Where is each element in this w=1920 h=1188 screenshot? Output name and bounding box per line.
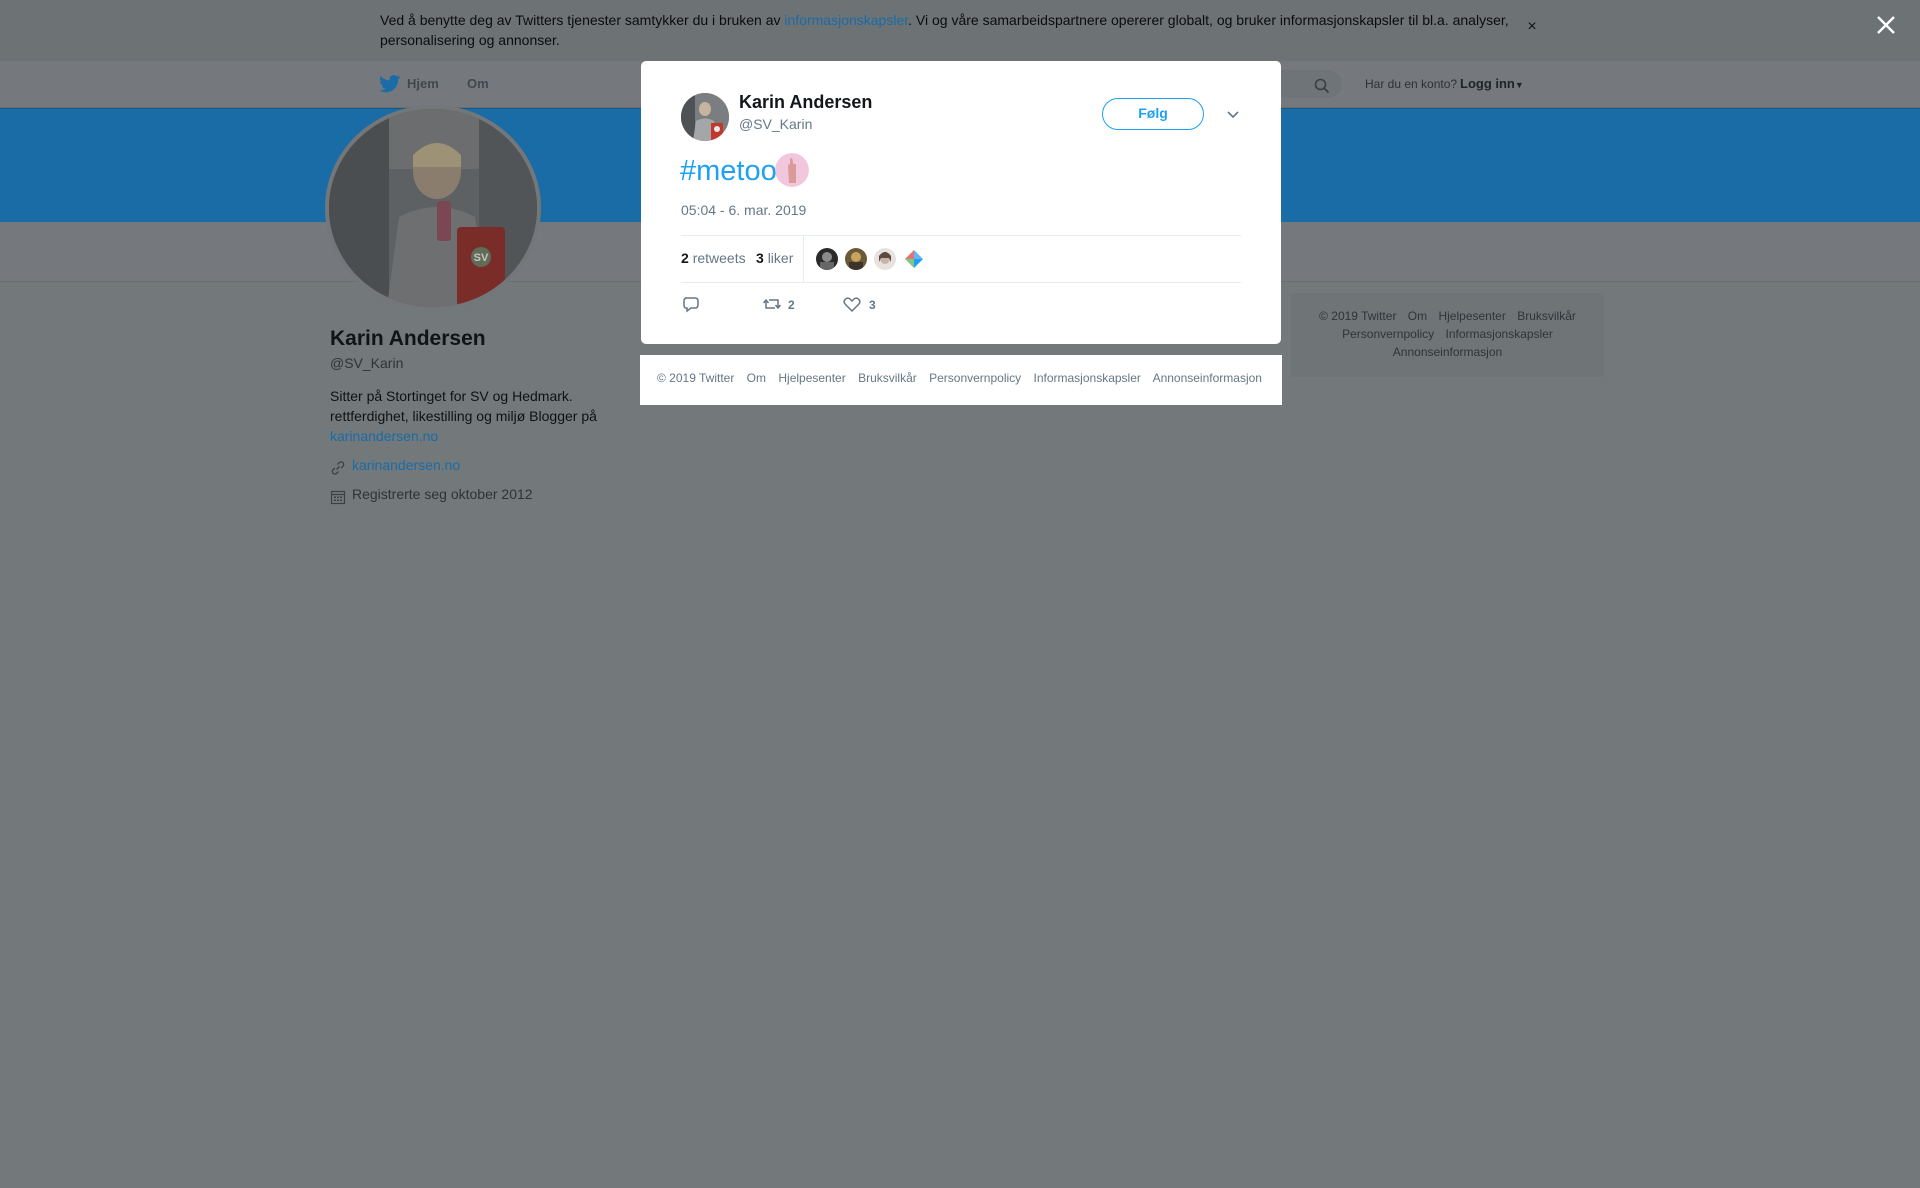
profile-handle[interactable]: @SV_Karin [330,355,403,371]
modal-footer-ads-info[interactable]: Annonseinformasjon [1153,371,1262,385]
liker-avatar[interactable] [816,248,838,270]
twitter-bird-icon[interactable] [379,75,401,93]
retweet-count-number: 2 [681,250,689,266]
caret-down-icon: ▼ [1514,80,1524,90]
follow-button[interactable]: Følg [1102,98,1204,130]
side-footer-terms[interactable]: Bruksvilkår [1517,309,1576,323]
cookie-text-start: Ved å benytte deg av Twitters tjenester … [380,12,785,28]
retweet-count-label: retweets [692,250,746,266]
search-icon[interactable] [1314,78,1330,94]
tweet-author-name[interactable]: Karin Andersen [739,92,872,113]
link-icon [331,461,345,475]
profile-avatar[interactable]: SV [325,105,541,311]
side-footer: © 2019 Twitter Om Hjelpesenter Bruksvilk… [1291,293,1604,377]
liker-avatar[interactable] [903,248,925,270]
cookie-link[interactable]: informasjonskapsler [784,12,908,28]
close-icon[interactable] [1874,13,1898,37]
retweet-icon[interactable] [762,295,782,313]
raised-hand-emoji-icon [775,153,809,187]
like-count[interactable]: 3 liker [756,250,793,266]
modal-footer-help[interactable]: Hjelpesenter [778,371,845,385]
tweet-hashtag[interactable]: #metoo [680,155,777,188]
modal-footer-copyright: © 2019 Twitter [657,371,735,385]
liker-avatar[interactable] [874,248,896,270]
profile-photo: SV [329,109,537,307]
like-action-count[interactable]: 3 [869,298,876,312]
nav-about-link[interactable]: Om [467,76,489,91]
bio-text: Sitter på Stortinget for SV og Hedmark. … [330,388,597,424]
modal-footer-terms[interactable]: Bruksvilkår [858,371,917,385]
party-badge-text: SV [474,252,489,264]
cookie-text: Ved å benytte deg av Twitters tjenester … [380,10,1520,50]
like-count-label: liker [767,250,794,266]
tweet-author-photo [681,93,729,141]
modal-footer-cookies[interactable]: Informasjonskapsler [1034,371,1141,385]
side-footer-ads-info[interactable]: Annonseinformasjon [1393,345,1502,359]
tweet-author-avatar[interactable] [681,93,729,141]
tweet-timestamp[interactable]: 05:04 - 6. mar. 2019 [681,202,806,218]
tweet-stats: 2 retweets 3 liker [681,235,1241,283]
reply-icon[interactable] [681,295,701,313]
cookie-close-button[interactable]: × [1524,19,1540,35]
profile-name: Karin Andersen [330,327,486,350]
modal-footer-about[interactable]: Om [747,371,766,385]
profile-bio: Sitter på Stortinget for SV og Hedmark. … [330,386,630,446]
login-dropdown[interactable]: Logg inn▼ [1460,76,1524,91]
side-footer-about[interactable]: Om [1408,309,1427,323]
liker-avatar[interactable] [845,248,867,270]
like-count-number: 3 [756,250,764,266]
profile-website-link[interactable]: karinandersen.no [352,457,460,473]
side-footer-cookies[interactable]: Informasjonskapsler [1446,327,1553,341]
nav-home-link[interactable]: Hjem [407,76,439,91]
side-footer-copyright: © 2019 Twitter [1319,309,1397,323]
account-question: Har du en konto? [1365,77,1458,91]
retweet-count[interactable]: 2 retweets [681,250,746,266]
modal-footer: © 2019 Twitter Om Hjelpesenter Bruksvilk… [640,355,1282,405]
tweet-modal: Karin Andersen @SV_Karin Følg #metoo 05:… [641,61,1281,344]
calendar-icon [330,490,346,505]
tweet-author-handle[interactable]: @SV_Karin [739,116,812,132]
cookie-banner: Ved å benytte deg av Twitters tjenester … [0,0,1920,61]
modal-footer-privacy[interactable]: Personvernpolicy [929,371,1021,385]
side-footer-help[interactable]: Hjelpesenter [1438,309,1505,323]
retweet-action-count[interactable]: 2 [788,298,795,312]
side-footer-privacy[interactable]: Personvernpolicy [1342,327,1434,341]
stats-divider [803,236,804,282]
chevron-down-icon[interactable] [1226,109,1240,119]
bio-link[interactable]: karinandersen.no [330,428,438,444]
login-label[interactable]: Logg inn [1460,76,1515,91]
profile-joined-date: Registrerte seg oktober 2012 [352,486,533,502]
tweet-actions: 2 3 [681,293,1241,323]
heart-icon[interactable] [842,295,862,313]
